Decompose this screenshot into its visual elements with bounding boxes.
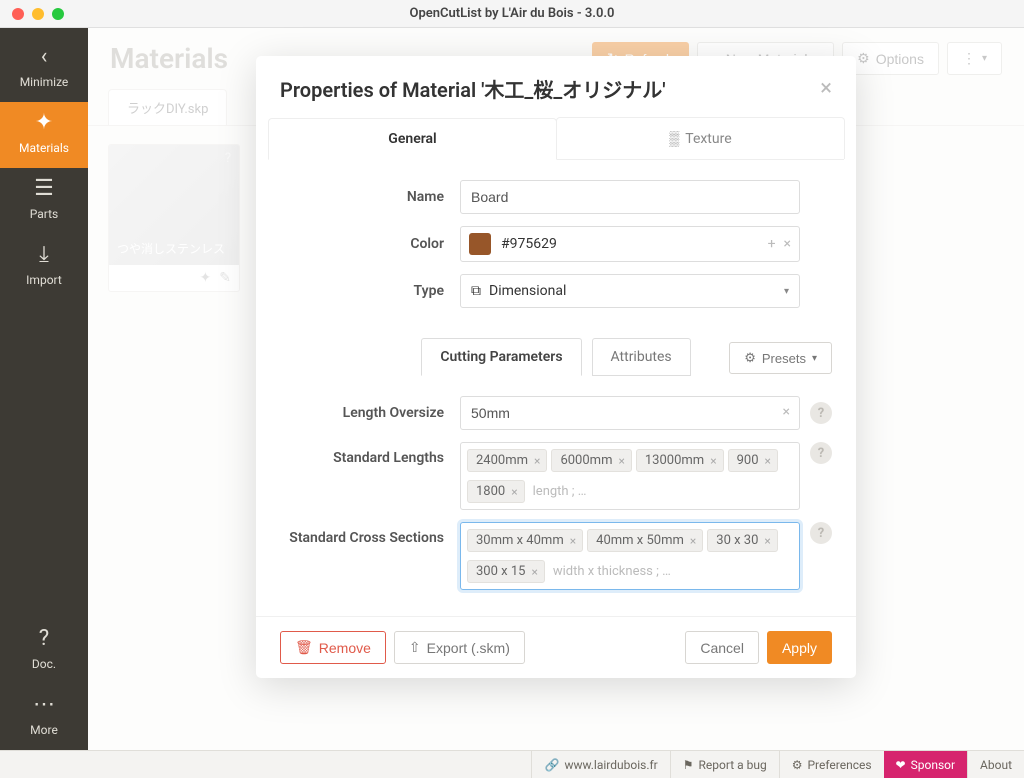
sidebar-more[interactable]: ⋯ More <box>0 684 88 750</box>
trash-icon: 🗑 <box>295 639 313 656</box>
window-minimize[interactable] <box>32 8 44 20</box>
link-icon: 🔗 <box>544 758 559 772</box>
std-cross-label: Standard Cross Sections <box>280 522 460 546</box>
presets-button[interactable]: ⚙ Presets ▾ <box>729 342 832 374</box>
modal-backdrop: Properties of Material '木工_桜_オリジナル' × Ge… <box>88 28 1024 750</box>
tag-remove-icon[interactable]: × <box>511 485 517 499</box>
caret-down-icon: ▾ <box>812 353 817 364</box>
status-site[interactable]: 🔗 www.lairdubois.fr <box>531 751 669 778</box>
color-swatch <box>469 233 491 255</box>
subtab-cutting[interactable]: Cutting Parameters <box>421 338 581 376</box>
length-oversize-label: Length Oversize <box>280 405 460 421</box>
window-zoom[interactable] <box>52 8 64 20</box>
tag[interactable]: 6000mm× <box>551 449 631 472</box>
chevron-left-icon: ‹ <box>0 46 88 68</box>
std-lengths-label: Standard Lengths <box>280 442 460 466</box>
tag[interactable]: 13000mm× <box>636 449 724 472</box>
add-color-icon[interactable]: + <box>768 236 776 252</box>
color-hex: #975629 <box>501 236 557 252</box>
modal-title: Properties of Material '木工_桜_オリジナル' <box>280 74 666 103</box>
help-icon[interactable]: ? <box>810 522 832 544</box>
help-icon[interactable]: ? <box>810 402 832 424</box>
sidebar-minimize[interactable]: ‹ Minimize <box>0 36 88 102</box>
apply-button[interactable]: Apply <box>767 631 832 664</box>
export-button[interactable]: ⇧ Export (.skm) <box>394 631 525 664</box>
close-icon[interactable]: × <box>820 76 832 101</box>
sidebar-materials[interactable]: ✦ Materials <box>0 102 88 168</box>
dimensional-icon: ⧉ <box>471 283 481 299</box>
sidebar-doc[interactable]: ? Doc. <box>0 618 88 684</box>
window-title: OpenCutList by L'Air du Bois - 3.0.0 <box>0 6 1024 21</box>
window-close[interactable] <box>12 8 24 20</box>
tag-remove-icon[interactable]: × <box>764 534 770 548</box>
tag-remove-icon[interactable]: × <box>765 454 771 468</box>
tag[interactable]: 30mm x 40mm× <box>467 529 583 552</box>
help-icon: ? <box>0 628 88 650</box>
length-oversize-input[interactable] <box>460 396 800 430</box>
type-select[interactable]: ⧉ Dimensional ▾ <box>460 274 800 308</box>
presets-icon: ⚙ <box>744 350 756 366</box>
tab-texture[interactable]: ▒ Texture <box>556 117 845 159</box>
name-label: Name <box>280 189 460 205</box>
std-lengths-input[interactable]: 2400mm×6000mm×13000mm×900× 1800×length ; … <box>460 442 800 510</box>
status-about[interactable]: About <box>967 751 1024 778</box>
cancel-button[interactable]: Cancel <box>685 631 759 664</box>
tag-remove-icon[interactable]: × <box>618 454 624 468</box>
tag-placeholder[interactable]: width x thickness ; … <box>549 560 793 587</box>
tab-general[interactable]: General <box>268 118 557 160</box>
parts-icon: ☰ <box>0 178 88 200</box>
texture-icon: ▒ <box>669 130 679 147</box>
caret-down-icon: ▾ <box>784 286 789 297</box>
window-titlebar: OpenCutList by L'Air du Bois - 3.0.0 <box>0 0 1024 28</box>
tag[interactable]: 1800× <box>467 480 525 503</box>
tag[interactable]: 40mm x 50mm× <box>587 529 703 552</box>
status-sponsor[interactable]: ❤ Sponsor <box>884 751 968 778</box>
tag[interactable]: 300 x 15× <box>467 560 545 583</box>
tag-remove-icon[interactable]: × <box>534 454 540 468</box>
tag-remove-icon[interactable]: × <box>570 534 576 548</box>
tag-remove-icon[interactable]: × <box>710 454 716 468</box>
status-preferences[interactable]: ⚙ Preferences <box>779 751 884 778</box>
type-label: Type <box>280 283 460 299</box>
sidebar-import[interactable]: ⤓ Import <box>0 234 88 300</box>
tag-remove-icon[interactable]: × <box>690 534 696 548</box>
materials-icon: ✦ <box>0 112 88 134</box>
color-input[interactable]: #975629 + × <box>460 226 800 262</box>
std-cross-input[interactable]: 30mm x 40mm×40mm x 50mm×30 x 30× 300 x 15… <box>460 522 800 590</box>
more-icon: ⋯ <box>0 694 88 716</box>
tag-remove-icon[interactable]: × <box>531 565 537 579</box>
name-input[interactable] <box>460 180 800 214</box>
tag-placeholder[interactable]: length ; … <box>529 480 793 507</box>
sidebar: ‹ Minimize ✦ Materials ☰ Parts ⤓ Import … <box>0 28 88 750</box>
heart-icon: ❤ <box>896 758 906 772</box>
statusbar: 🔗 www.lairdubois.fr ⚑ Report a bug ⚙ Pre… <box>0 750 1024 778</box>
clear-icon[interactable]: × <box>783 404 790 420</box>
export-icon: ⇧ <box>409 639 421 656</box>
tag[interactable]: 30 x 30× <box>707 529 778 552</box>
status-report-bug[interactable]: ⚑ Report a bug <box>670 751 779 778</box>
bug-icon: ⚑ <box>683 758 694 772</box>
gear-icon: ⚙ <box>792 758 803 772</box>
tag[interactable]: 2400mm× <box>467 449 547 472</box>
color-label: Color <box>280 236 460 252</box>
import-icon: ⤓ <box>0 244 88 266</box>
tag[interactable]: 900× <box>728 449 778 472</box>
remove-button[interactable]: 🗑 Remove <box>280 631 386 664</box>
subtab-attributes[interactable]: Attributes <box>592 338 691 376</box>
clear-color-icon[interactable]: × <box>784 236 791 252</box>
sidebar-parts[interactable]: ☰ Parts <box>0 168 88 234</box>
help-icon[interactable]: ? <box>810 442 832 464</box>
material-properties-modal: Properties of Material '木工_桜_オリジナル' × Ge… <box>256 56 856 678</box>
